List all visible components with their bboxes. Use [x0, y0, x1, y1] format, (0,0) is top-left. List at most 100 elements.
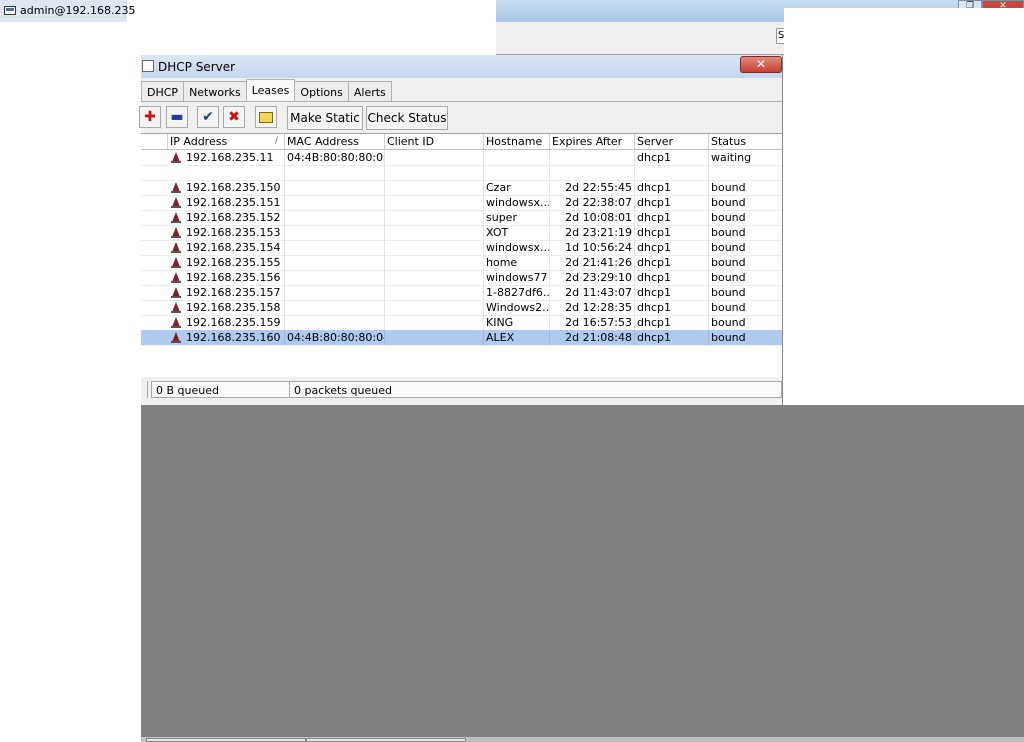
cell-status — [708, 165, 782, 180]
cell-expires-after: 2d 21:08:48 — [549, 330, 634, 345]
cell-mac-address — [284, 195, 384, 210]
toolbar: ✚ ▬ ✔ ✖ Make Static Check Status — [139, 106, 782, 130]
tab-leases[interactable]: Leases — [245, 79, 296, 101]
cell-status: bound — [708, 210, 782, 225]
cell-hostname: Windows2... — [483, 300, 549, 315]
cell-expires-after: 2d 22:55:45 — [549, 180, 634, 195]
cell-mac-address — [284, 285, 384, 300]
check-status-button[interactable]: Check Status — [366, 106, 448, 130]
cell-ip-address: 192.168.235.150 — [186, 181, 281, 194]
cell-client-id — [384, 225, 483, 240]
cell-expires-after: 2d 23:21:19 — [549, 225, 634, 240]
col-ip-address-header[interactable]: IP Address / — [167, 134, 284, 149]
cell-server: dhcp1 — [634, 255, 708, 270]
cell-mac-address — [284, 300, 384, 315]
plus-icon: ✚ — [144, 109, 156, 125]
table-row[interactable]: 192.168.235.11 04:4B:80:80:80:03 dhcp1 wait… — [141, 150, 782, 165]
header-label: Server — [637, 135, 674, 148]
cell-client-id — [384, 210, 483, 225]
cell-status: bound — [708, 240, 782, 255]
cell-ip-address: 192.168.235.155 — [186, 256, 281, 269]
close-button[interactable]: ✕ — [740, 56, 782, 73]
header-label: IP Address — [170, 135, 228, 148]
add-button[interactable]: ✚ — [139, 106, 161, 128]
cell-expires-after: 2d 16:57:53 — [549, 315, 634, 330]
cell-expires-after: 1d 10:56:24 — [549, 240, 634, 255]
header-label: MAC Address — [287, 135, 359, 148]
cell-ip-address: 192.168.235.154 — [186, 241, 281, 254]
cell-expires-after: 2d 23:29:10 — [549, 270, 634, 285]
table-row[interactable]: 192.168.235.153 XOT 2d 23:21:19 dhcp1 bound — [141, 225, 782, 240]
taskbar-item[interactable] — [146, 738, 306, 742]
col-expires-after-header[interactable]: Expires After — [549, 134, 634, 149]
table-row[interactable]: 192.168.235.154 windowsx... 1d 10:56:24 dhc… — [141, 240, 782, 255]
table-row[interactable] — [141, 165, 782, 180]
make-static-button[interactable]: Make Static — [287, 106, 363, 130]
window-titlebar[interactable]: DHCP Server ✕ — [141, 55, 782, 78]
session-text: admin@192.168.235 — [20, 4, 136, 17]
table-row[interactable]: 192.168.235.158 Windows2... 2d 12:28:35 dhc… — [141, 300, 782, 315]
cell-client-id — [384, 180, 483, 195]
cell-status: bound — [708, 180, 782, 195]
lease-icon — [171, 242, 181, 253]
cell-client-id — [384, 255, 483, 270]
table-row[interactable]: 192.168.235.157 1-8827df6... 2d 11:43:07 dh… — [141, 285, 782, 300]
remove-button[interactable]: ▬ — [166, 106, 188, 128]
col-hostname-header[interactable]: Hostname — [483, 134, 549, 149]
cell-hostname: 1-8827df6... — [483, 285, 549, 300]
cell-server: dhcp1 — [634, 210, 708, 225]
tab-networks[interactable]: Networks — [183, 81, 247, 101]
cell-status: bound — [708, 225, 782, 240]
table-row[interactable]: 192.168.235.156 windows77 2d 23:29:10 dhcp1… — [141, 270, 782, 285]
enable-button[interactable]: ✔ — [197, 106, 219, 128]
table-row[interactable]: 192.168.235.150 Czar 2d 22:55:45 dhcp1 bound — [141, 180, 782, 195]
status-bar: 0 B queued 0 packets queued — [141, 379, 782, 401]
comment-button[interactable] — [255, 106, 277, 128]
cell-hostname: windowsx... — [483, 240, 549, 255]
workspace-area — [141, 405, 1024, 737]
minus-icon: ▬ — [170, 109, 184, 125]
table-row[interactable]: 192.168.235.152 super 2d 10:08:01 dhcp1 boun… — [141, 210, 782, 225]
disable-button[interactable]: ✖ — [223, 106, 245, 128]
cell-mac-address: 04:4B:80:80:80:03 — [284, 150, 384, 165]
cell-mac-address — [284, 210, 384, 225]
col-client-id-header[interactable]: Client ID — [384, 134, 483, 149]
tab-alerts[interactable]: Alerts — [347, 81, 392, 101]
packets-queued: 0 packets queued — [289, 381, 782, 398]
cell-hostname: XOT — [483, 225, 549, 240]
lease-icon — [171, 197, 181, 208]
taskbar-item[interactable] — [306, 738, 466, 742]
lease-icon — [171, 257, 181, 268]
cell-hostname: windows77 — [483, 270, 549, 285]
cell-hostname — [483, 165, 549, 180]
cell-hostname: KING — [483, 315, 549, 330]
cell-ip-address: 192.168.235.160 — [186, 331, 281, 344]
cell-expires-after: 2d 12:28:35 — [549, 300, 634, 315]
lease-icon — [171, 272, 181, 283]
folder-icon — [259, 112, 273, 123]
table-row-selected[interactable]: 192.168.235.160 04:4B:80:80:80:04 ALEX 2d 2… — [141, 330, 782, 345]
tab-options[interactable]: Options — [294, 81, 349, 101]
tab-dhcp[interactable]: DHCP — [141, 81, 185, 101]
cell-mac-address — [284, 240, 384, 255]
cell-ip-address: 192.168.235.157 — [186, 286, 281, 299]
col-server-header[interactable]: Server — [634, 134, 708, 149]
cell-server: dhcp1 — [634, 270, 708, 285]
cell-server: dhcp1 — [634, 195, 708, 210]
table-row[interactable]: 192.168.235.159 KING 2d 16:57:53 dhcp1 bound — [141, 315, 782, 330]
cell-status: bound — [708, 330, 782, 345]
cell-status: bound — [708, 285, 782, 300]
lease-icon — [171, 287, 181, 298]
cell-mac-address: 04:4B:80:80:80:04 — [284, 330, 384, 345]
cell-server: dhcp1 — [634, 240, 708, 255]
col-status-header[interactable]: Status — [708, 134, 782, 149]
col-mac-address-header[interactable]: MAC Address — [284, 134, 384, 149]
cell-expires-after: 2d 21:41:26 — [549, 255, 634, 270]
table-row[interactable]: 192.168.235.151 windowsx... 2d 22:38:07 dhc… — [141, 195, 782, 210]
cell-ip-address: 192.168.235.151 — [186, 196, 281, 209]
cell-client-id — [384, 165, 483, 180]
dhcp-server-window: DHCP Server ✕ DHCP Networks Leases Options A… — [139, 55, 783, 405]
cell-ip-address: 192.168.235.156 — [186, 271, 281, 284]
table-row[interactable]: 192.168.235.155 home 2d 21:41:26 dhcp1 bound — [141, 255, 782, 270]
monitor-icon — [4, 6, 16, 15]
